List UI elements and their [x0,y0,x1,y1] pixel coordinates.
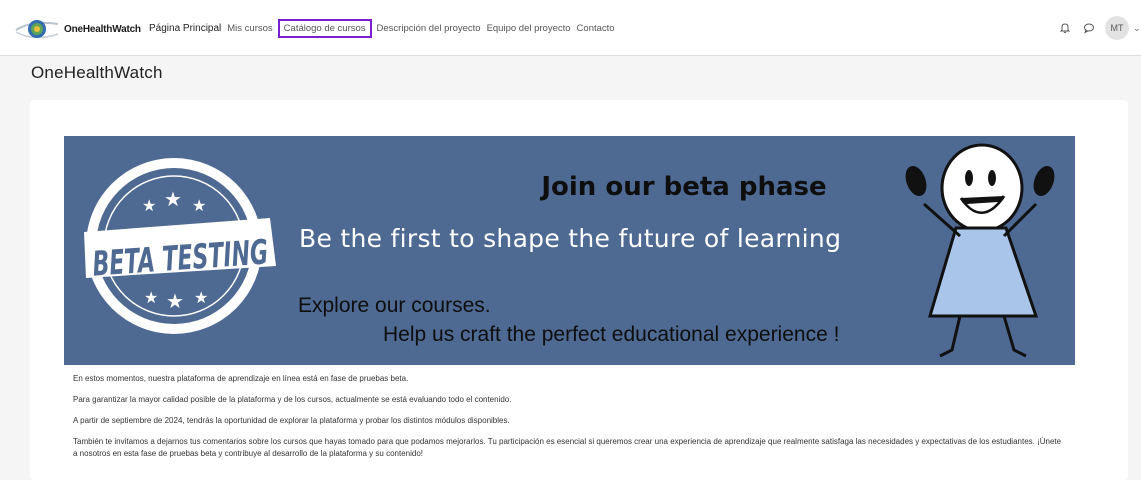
chevron-down-icon[interactable]: ⌄ [1133,23,1141,34]
svg-text:★: ★ [194,288,208,307]
chat-bubble-icon[interactable] [1081,20,1097,36]
brand-name: OneHealthWatch [64,23,141,35]
paragraph: Para garantizar la mayor calidad posible… [73,395,512,404]
svg-text:★: ★ [164,187,182,211]
banner-subheading: Be the first to shape the future of lear… [299,224,842,253]
avatar[interactable]: MT [1105,16,1129,40]
svg-text:★: ★ [166,289,184,313]
nav-item-my-courses[interactable]: Mis cursos [224,20,275,37]
paragraph: En estos momentos, nuestra plataforma de… [73,374,409,383]
brand[interactable]: OneHealthWatch [14,14,141,44]
banner-heading: Join our beta phase [541,172,827,202]
user-controls: MT ⌄ [1057,16,1141,40]
nav-item-home[interactable]: Página Principal [146,20,224,37]
paragraph: A partir de septiembre de 2024, tendrás … [73,416,510,425]
page-title: OneHealthWatch [31,63,163,82]
bell-icon[interactable] [1057,20,1073,36]
nav-item-course-catalog[interactable]: Catálogo de cursos [277,18,372,38]
beta-banner: ★ ★ ★ ★ ★ ★ BETA TESTING Join our beta p… [64,136,1075,365]
intro-text: En estos momentos, nuestra plataforma de… [73,373,1063,469]
banner-explore: Explore our courses. [298,294,491,317]
nav-item-contact[interactable]: Contacto [574,20,618,37]
svg-text:★: ★ [144,288,158,307]
svg-text:★: ★ [192,196,206,215]
brand-logo-icon [14,16,60,42]
banner-help: Help us craft the perfect educational ex… [383,323,840,346]
svg-text:★: ★ [142,196,156,215]
nav-item-project-description[interactable]: Descripción del proyecto [374,20,484,37]
paragraph: También te invitamos a dejarnos tus come… [73,437,1062,458]
nav-item-project-team[interactable]: Equipo del proyecto [484,20,574,37]
top-navbar: OneHealthWatch Página Principal Mis curs… [0,0,1141,56]
main-nav: Página Principal Mis cursos Catálogo de … [146,18,618,38]
beta-testing-badge-icon: ★ ★ ★ ★ ★ ★ BETA TESTING [84,158,276,334]
